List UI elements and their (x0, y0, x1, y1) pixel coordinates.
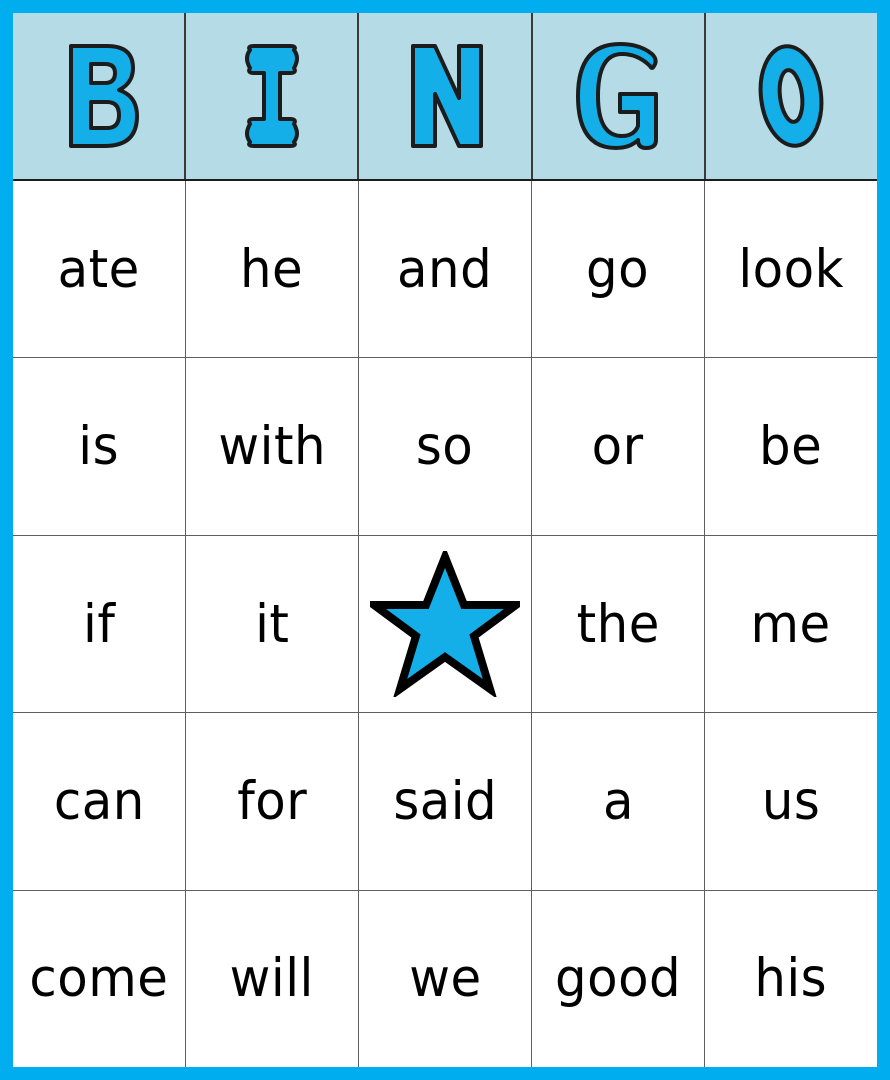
bingo-header-row: B I N (13, 13, 877, 181)
bingo-cell-word: go (586, 238, 650, 300)
bingo-letter-i-icon (222, 36, 322, 156)
bingo-cell-b3[interactable]: if (13, 535, 186, 713)
bingo-cell-word: look (738, 238, 844, 300)
bingo-cell-word: and (397, 238, 493, 300)
bingo-letter-n-icon (395, 36, 495, 156)
bingo-cell-word: it (254, 593, 290, 655)
bingo-cell-n5[interactable]: we (359, 890, 532, 1068)
bingo-cell-word: can (53, 770, 145, 832)
bingo-cell-g5[interactable]: good (532, 890, 705, 1068)
bingo-card: B I N (0, 0, 890, 1080)
bingo-cell-word: a (602, 770, 634, 832)
bingo-cell-word: we (408, 948, 482, 1010)
bingo-cell-b4[interactable]: can (13, 713, 186, 890)
bingo-cell-b2[interactable]: is (13, 358, 186, 535)
bingo-cell-word: or (592, 416, 644, 478)
bingo-free-space-cell[interactable] (359, 535, 532, 713)
bingo-cell-word: ate (57, 238, 141, 300)
bingo-row-1: ate he and go look (13, 181, 877, 359)
bingo-cell-word: me (750, 593, 832, 655)
header-cell-g: G (533, 13, 706, 179)
header-cell-o: O (706, 13, 877, 179)
bingo-cell-word: the (576, 593, 660, 655)
bingo-letter-b-icon (49, 36, 149, 156)
bingo-cell-g1[interactable]: go (532, 181, 705, 358)
bingo-cell-o1[interactable]: look (705, 181, 877, 358)
bingo-cell-word: for (237, 770, 307, 832)
bingo-cell-word: us (761, 770, 821, 832)
bingo-letter-o-icon (741, 36, 841, 156)
bingo-cell-o5[interactable]: his (705, 890, 877, 1068)
bingo-cell-b5[interactable]: come (13, 890, 186, 1068)
header-cell-i: I (186, 13, 360, 179)
bingo-cell-word: will (229, 948, 315, 1010)
bingo-cell-word: with (218, 416, 326, 478)
bingo-row-3: if it the me (13, 535, 877, 714)
bingo-cell-word: good (554, 948, 682, 1010)
bingo-cell-word: come (29, 948, 169, 1010)
bingo-grid: B I N (13, 13, 877, 1068)
bingo-cell-word: be (759, 416, 823, 478)
bingo-cell-g4[interactable]: a (532, 713, 705, 890)
bingo-cell-i2[interactable]: with (186, 358, 359, 535)
bingo-row-4: can for said a us (13, 713, 877, 891)
header-cell-b: B (13, 13, 187, 179)
bingo-letter-g-icon (568, 36, 668, 156)
header-cell-n: N (359, 13, 533, 179)
bingo-cell-n1[interactable]: and (359, 181, 532, 358)
bingo-cell-b1[interactable]: ate (13, 181, 186, 358)
bingo-row-2: is with so or be (13, 358, 877, 536)
bingo-cell-word: his (754, 948, 828, 1010)
bingo-row-5: come will we good his (13, 890, 877, 1068)
bingo-cell-word: said (393, 770, 497, 832)
bingo-cell-o3[interactable]: me (705, 535, 877, 713)
bingo-cell-n2[interactable]: so (359, 358, 532, 535)
bingo-cell-word: if (82, 593, 116, 655)
bingo-cell-n4[interactable]: said (359, 713, 532, 890)
bingo-cell-o2[interactable]: be (705, 358, 877, 535)
bingo-cell-o4[interactable]: us (705, 713, 877, 890)
bingo-cell-g3[interactable]: the (532, 535, 705, 713)
bingo-cell-word: so (416, 416, 474, 478)
bingo-cell-i4[interactable]: for (186, 713, 359, 890)
bingo-cell-word: he (240, 238, 304, 300)
bingo-cell-g2[interactable]: or (532, 358, 705, 535)
bingo-cell-i1[interactable]: he (186, 181, 359, 358)
bingo-cell-i5[interactable]: will (186, 890, 359, 1068)
star-icon (370, 551, 520, 698)
bingo-cell-i3[interactable]: it (186, 535, 359, 713)
bingo-cell-word: is (78, 416, 120, 478)
